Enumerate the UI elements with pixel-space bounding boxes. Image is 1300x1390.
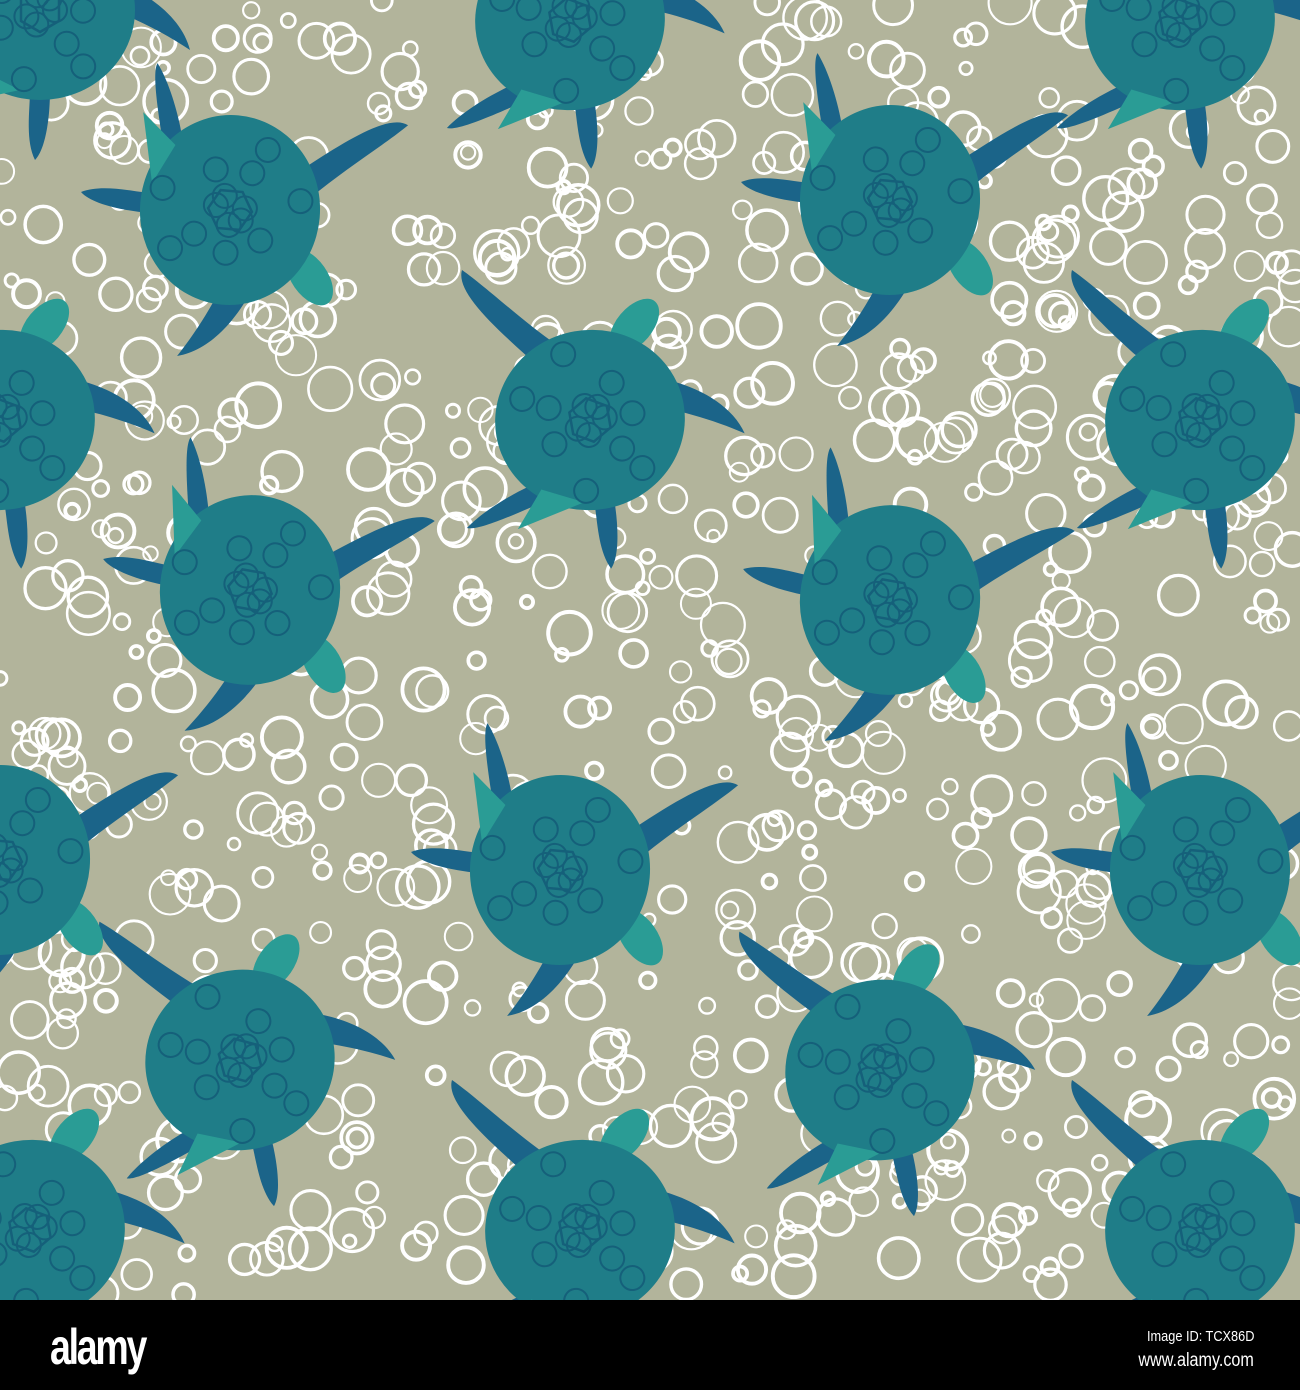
- turtle-pattern-illustration: [0, 0, 1300, 1300]
- website-link[interactable]: www.alamy.com: [1139, 1350, 1254, 1372]
- image-id: Image ID: TCX86D: [1146, 1328, 1254, 1345]
- footer-bar: alamy Image ID: TCX86D www.alamy.com: [0, 1300, 1300, 1390]
- alamy-logo[interactable]: alamy: [50, 1318, 147, 1376]
